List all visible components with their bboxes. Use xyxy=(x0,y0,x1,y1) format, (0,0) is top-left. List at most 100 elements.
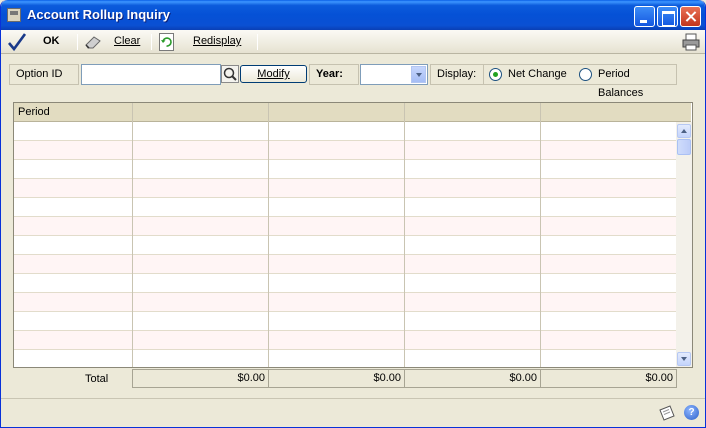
grid-cell[interactable] xyxy=(405,274,540,292)
column-header-3[interactable] xyxy=(269,103,405,122)
table-row[interactable] xyxy=(14,293,676,312)
grid-cell[interactable] xyxy=(133,236,268,254)
grid-cell[interactable] xyxy=(405,236,540,254)
column-header-period[interactable]: Period xyxy=(14,103,133,122)
ok-button[interactable]: OK xyxy=(43,35,60,47)
grid-cell[interactable] xyxy=(541,255,676,273)
grid-cell[interactable] xyxy=(541,312,676,330)
grid-cell[interactable] xyxy=(541,293,676,311)
grid-cell[interactable] xyxy=(269,236,404,254)
grid-cell[interactable] xyxy=(269,198,404,216)
grid-cell[interactable] xyxy=(133,255,268,273)
grid-cell[interactable] xyxy=(541,141,676,159)
grid-cell[interactable] xyxy=(14,350,132,367)
grid-cell[interactable] xyxy=(133,217,268,235)
grid-cell[interactable] xyxy=(133,331,268,349)
grid-cell[interactable] xyxy=(405,331,540,349)
grid-cell[interactable] xyxy=(14,312,132,330)
grid-cell[interactable] xyxy=(133,141,268,159)
column-header-2[interactable] xyxy=(133,103,269,122)
grid-cell[interactable] xyxy=(14,255,132,273)
period-balances-label[interactable]: Period Balances xyxy=(598,65,676,103)
checkmark-icon[interactable] xyxy=(8,32,26,52)
grid-cell[interactable] xyxy=(14,198,132,216)
grid-cell[interactable] xyxy=(14,160,132,178)
grid-cell[interactable] xyxy=(269,217,404,235)
grid-cell[interactable] xyxy=(541,331,676,349)
grid-cell[interactable] xyxy=(269,179,404,197)
grid-cell[interactable] xyxy=(405,293,540,311)
year-dropdown[interactable] xyxy=(360,64,428,85)
grid-cell[interactable] xyxy=(269,293,404,311)
table-row[interactable] xyxy=(14,179,676,198)
table-row[interactable] xyxy=(14,236,676,255)
column-header-5[interactable] xyxy=(541,103,692,122)
grid-cell[interactable] xyxy=(541,198,676,216)
grid-cell[interactable] xyxy=(14,331,132,349)
grid-cell[interactable] xyxy=(541,236,676,254)
grid-cell[interactable] xyxy=(14,293,132,311)
grid-cell[interactable] xyxy=(14,217,132,235)
table-row[interactable] xyxy=(14,122,676,141)
close-button[interactable] xyxy=(680,6,701,27)
grid-cell[interactable] xyxy=(541,160,676,178)
grid-cell[interactable] xyxy=(405,141,540,159)
grid-cell[interactable] xyxy=(541,350,676,367)
grid-cell[interactable] xyxy=(133,293,268,311)
column-header-4[interactable] xyxy=(405,103,541,122)
table-row[interactable] xyxy=(14,141,676,160)
maximize-button[interactable] xyxy=(657,6,678,27)
grid-cell[interactable] xyxy=(269,274,404,292)
grid-cell[interactable] xyxy=(541,274,676,292)
grid-cell[interactable] xyxy=(14,141,132,159)
grid-cell[interactable] xyxy=(541,217,676,235)
grid-cell[interactable] xyxy=(269,350,404,367)
grid-cell[interactable] xyxy=(269,331,404,349)
printer-icon[interactable] xyxy=(682,33,700,51)
lookup-icon[interactable] xyxy=(221,65,239,83)
grid-cell[interactable] xyxy=(269,160,404,178)
scroll-up-button[interactable] xyxy=(677,124,691,138)
grid-cell[interactable] xyxy=(541,122,676,140)
title-bar[interactable]: Account Rollup Inquiry xyxy=(1,0,705,30)
scroll-down-button[interactable] xyxy=(677,352,691,366)
redisplay-icon[interactable] xyxy=(159,33,174,51)
grid-cell[interactable] xyxy=(269,255,404,273)
grid-cell[interactable] xyxy=(405,198,540,216)
table-row[interactable] xyxy=(14,331,676,350)
vertical-scrollbar[interactable] xyxy=(676,122,692,367)
grid-cell[interactable] xyxy=(14,236,132,254)
note-icon[interactable] xyxy=(658,404,676,422)
grid-cell[interactable] xyxy=(133,160,268,178)
net-change-label[interactable]: Net Change xyxy=(508,65,567,84)
grid-cell[interactable] xyxy=(405,122,540,140)
grid-cell[interactable] xyxy=(405,160,540,178)
table-row[interactable] xyxy=(14,350,676,367)
option-id-input[interactable] xyxy=(81,64,221,85)
help-icon[interactable]: ? xyxy=(684,405,699,420)
grid-cell[interactable] xyxy=(405,350,540,367)
grid-cell[interactable] xyxy=(269,312,404,330)
table-row[interactable] xyxy=(14,217,676,236)
net-change-radio[interactable] xyxy=(489,68,502,81)
redisplay-button[interactable]: Redisplay xyxy=(193,35,241,47)
grid-cell[interactable] xyxy=(133,274,268,292)
grid-cell[interactable] xyxy=(405,255,540,273)
grid-cell[interactable] xyxy=(14,179,132,197)
chevron-down-icon[interactable] xyxy=(411,66,426,83)
period-balances-radio[interactable] xyxy=(579,68,592,81)
grid-cell[interactable] xyxy=(269,122,404,140)
grid-cell[interactable] xyxy=(541,179,676,197)
grid-cell[interactable] xyxy=(133,179,268,197)
grid-cell[interactable] xyxy=(14,122,132,140)
eraser-icon[interactable] xyxy=(84,35,102,49)
window-app-icon[interactable] xyxy=(7,8,21,22)
table-row[interactable] xyxy=(14,160,676,179)
table-row[interactable] xyxy=(14,198,676,217)
grid-cell[interactable] xyxy=(405,179,540,197)
clear-button[interactable]: Clear xyxy=(114,35,140,47)
grid-cell[interactable] xyxy=(14,274,132,292)
modify-button[interactable]: Modify xyxy=(240,65,307,83)
table-row[interactable] xyxy=(14,274,676,293)
table-row[interactable] xyxy=(14,312,676,331)
